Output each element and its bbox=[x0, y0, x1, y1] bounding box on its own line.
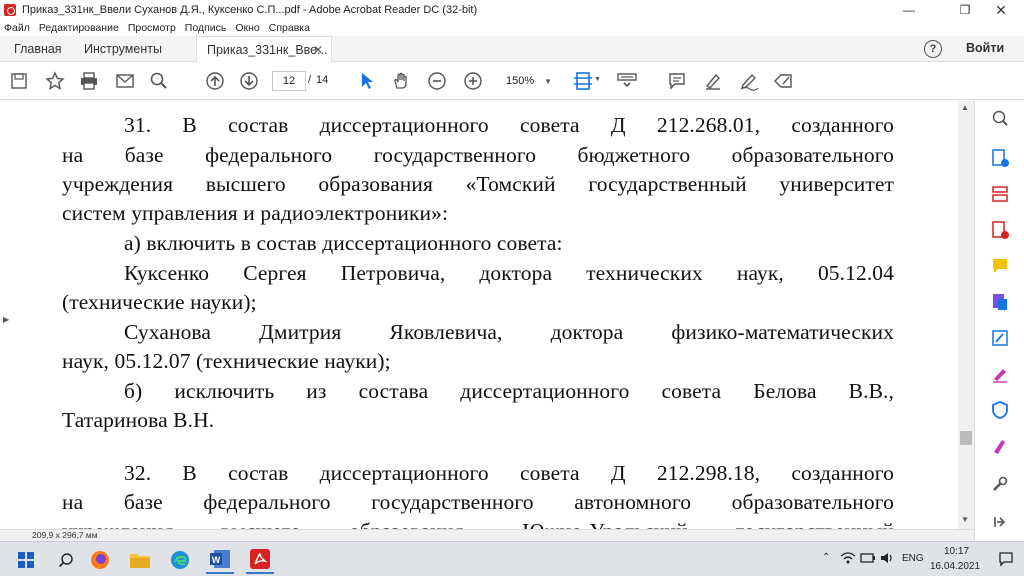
taskbar: W ⌃ ENG 10:17 16.04.2021 bbox=[0, 541, 1024, 576]
title-bar: Приказ_331нк_Ввели Суханов Д.Я., Куксенк… bbox=[0, 0, 1024, 20]
menu-edit[interactable]: Редактирование bbox=[39, 22, 119, 34]
zoom-search-icon[interactable] bbox=[989, 107, 1011, 129]
menu-bar: Файл Редактирование Просмотр Подпись Окн… bbox=[0, 20, 1024, 36]
left-panel-toggle-icon[interactable]: ▶ bbox=[3, 315, 9, 324]
organize-pages-icon[interactable] bbox=[989, 183, 1011, 205]
doc-line: на базе федерального государственного бю… bbox=[62, 143, 894, 167]
fill-sign-icon[interactable] bbox=[772, 70, 794, 92]
fit-page-icon[interactable] bbox=[572, 70, 594, 92]
clock-time[interactable]: 10:17 bbox=[944, 546, 969, 557]
tab-document[interactable]: Приказ_331нк_Вве... ✕ bbox=[196, 36, 332, 63]
file-explorer-icon[interactable] bbox=[126, 546, 154, 574]
doc-line: б) исключить из состава диссертационного… bbox=[124, 379, 894, 403]
volume-icon[interactable] bbox=[880, 551, 896, 568]
minimize-button[interactable]: — bbox=[886, 0, 932, 20]
save-icon[interactable] bbox=[8, 70, 30, 92]
hand-tool-icon[interactable] bbox=[390, 70, 412, 92]
doc-line: Куксенко Сергея Петровича, доктора техни… bbox=[124, 261, 894, 285]
acrobat-icon bbox=[4, 4, 16, 16]
menu-help[interactable]: Справка bbox=[269, 22, 310, 34]
language-indicator[interactable]: ENG bbox=[902, 553, 924, 564]
select-cursor-icon[interactable] bbox=[356, 70, 378, 92]
svg-text:W: W bbox=[212, 555, 221, 565]
scroll-down-icon[interactable]: ▼ bbox=[961, 515, 969, 524]
menu-window[interactable]: Окно bbox=[235, 22, 259, 34]
tab-tools[interactable]: Инструменты bbox=[84, 36, 162, 62]
zoom-dropdown[interactable]: 150% ▼ bbox=[496, 71, 558, 91]
toolbar: 12 / 14 150% ▼ ▼ bbox=[0, 62, 1024, 100]
doc-line: 31. В состав диссертационного совета Д 2… bbox=[124, 113, 894, 137]
highlight-pen-icon[interactable] bbox=[702, 70, 724, 92]
status-bar: 209,9 x 296,7 мм bbox=[0, 529, 974, 541]
doc-line: (технические науки); bbox=[62, 290, 257, 314]
acrobat-taskbar-icon[interactable] bbox=[246, 546, 274, 574]
page-up-icon[interactable] bbox=[204, 70, 226, 92]
close-button[interactable]: ✕ bbox=[978, 0, 1024, 20]
word-icon[interactable]: W bbox=[206, 546, 234, 574]
window-title: Приказ_331нк_Ввели Суханов Д.Я., Куксенк… bbox=[22, 4, 478, 16]
tab-close-icon[interactable]: ✕ bbox=[313, 43, 323, 57]
page-down-icon[interactable] bbox=[238, 70, 260, 92]
fit-chevron-icon[interactable]: ▼ bbox=[594, 76, 601, 83]
page-number-input[interactable]: 12 bbox=[272, 71, 306, 91]
notifications-icon[interactable] bbox=[998, 551, 1014, 570]
page-total: 14 bbox=[316, 74, 329, 86]
edge-icon[interactable] bbox=[166, 546, 194, 574]
doc-line: систем управления и радиоэлектроники»: bbox=[62, 201, 449, 225]
tray-chevron-icon[interactable]: ⌃ bbox=[822, 552, 830, 563]
sign-icon[interactable] bbox=[738, 70, 760, 92]
help-icon[interactable]: ? bbox=[924, 40, 942, 58]
chevron-down-icon: ▼ bbox=[544, 76, 553, 86]
doc-line: Татаринова В.Н. bbox=[62, 408, 215, 432]
doc-line: Суханова Дмитрия Яковлевича, доктора физ… bbox=[124, 320, 894, 344]
menu-file[interactable]: Файл bbox=[4, 22, 30, 34]
document-view[interactable]: 31. В состав диссертационного совета Д 2… bbox=[0, 101, 958, 529]
page-separator: / bbox=[308, 74, 312, 86]
send-signature-icon[interactable] bbox=[989, 435, 1011, 457]
signin-button[interactable]: Войти bbox=[966, 41, 1004, 55]
comment-icon[interactable] bbox=[666, 70, 688, 92]
zoom-value: 150% bbox=[506, 75, 535, 87]
menu-view[interactable]: Просмотр bbox=[128, 22, 176, 34]
vertical-scrollbar[interactable]: ▲ ▼ bbox=[958, 101, 974, 529]
doc-line: учреждения высшего образования «Южно-Ура… bbox=[62, 519, 894, 529]
clock-date[interactable]: 16.04.2021 bbox=[930, 561, 980, 572]
zoom-in-icon[interactable] bbox=[462, 70, 484, 92]
battery-icon[interactable] bbox=[860, 551, 876, 568]
email-icon[interactable] bbox=[114, 70, 136, 92]
print-icon[interactable] bbox=[78, 70, 100, 92]
doc-line: 32. В состав диссертационного совета Д 2… bbox=[124, 461, 894, 485]
tab-document-label: Приказ_331нк_Вве... bbox=[207, 43, 328, 57]
scroll-up-icon[interactable]: ▲ bbox=[961, 103, 969, 112]
search-icon[interactable] bbox=[148, 70, 170, 92]
tab-bar: Главная Инструменты Приказ_331нк_Вве... … bbox=[0, 36, 1024, 63]
protect-shield-icon[interactable] bbox=[989, 399, 1011, 421]
tab-home[interactable]: Главная bbox=[14, 36, 62, 62]
doc-line: наук, 05.12.07 (технические науки); bbox=[62, 349, 391, 373]
doc-line: учреждения высшего образования «Томский … bbox=[62, 172, 894, 196]
collapse-pane-icon[interactable] bbox=[989, 511, 1011, 533]
zoom-out-icon[interactable] bbox=[426, 70, 448, 92]
combine-files-icon[interactable] bbox=[989, 291, 1011, 313]
right-tools-pane bbox=[974, 101, 1024, 541]
firefox-icon[interactable] bbox=[86, 546, 114, 574]
bookmark-star-icon[interactable] bbox=[44, 70, 66, 92]
search-taskbar-icon[interactable] bbox=[52, 546, 80, 574]
doc-line: а) включить в состав диссертационного со… bbox=[124, 231, 563, 255]
doc-line: на базе федерального государственного ав… bbox=[62, 490, 894, 514]
read-mode-icon[interactable] bbox=[616, 70, 638, 92]
fill-and-sign-icon[interactable] bbox=[989, 363, 1011, 385]
menu-sign[interactable]: Подпись bbox=[185, 22, 227, 34]
create-pdf-icon[interactable] bbox=[989, 219, 1011, 241]
windows-start-icon[interactable] bbox=[12, 546, 40, 574]
export-pdf-icon[interactable] bbox=[989, 147, 1011, 169]
network-icon[interactable] bbox=[840, 551, 856, 568]
edit-pdf-icon[interactable] bbox=[989, 327, 1011, 349]
more-tools-icon[interactable] bbox=[989, 473, 1011, 495]
comment-tool-icon[interactable] bbox=[989, 255, 1011, 277]
scroll-thumb[interactable] bbox=[960, 431, 972, 445]
page-size-label: 209,9 x 296,7 мм bbox=[32, 530, 98, 540]
